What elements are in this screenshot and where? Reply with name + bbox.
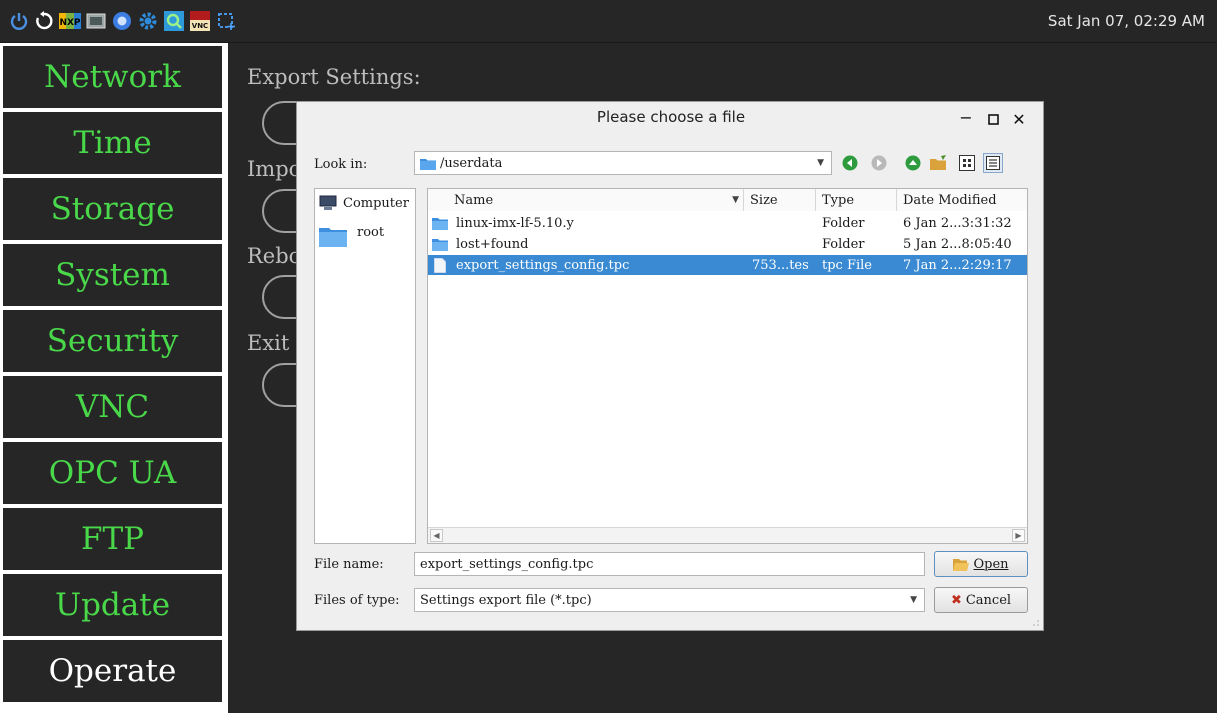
maximize-icon[interactable]	[984, 110, 1002, 128]
column-date-label: Date Modified	[903, 192, 997, 208]
files-of-type-value: Settings export file (*.tpc)	[420, 592, 592, 608]
file-type-cell: Folder	[822, 236, 865, 252]
svg-text:VNC: VNC	[192, 22, 208, 30]
resize-grip-icon[interactable]	[1032, 619, 1040, 627]
exit-label: Exit	[247, 331, 290, 355]
restart-icon[interactable]	[33, 10, 55, 32]
nav-opc-ua[interactable]: OPC UA	[3, 442, 222, 504]
power-icon[interactable]	[8, 10, 30, 32]
column-date-modified[interactable]: Date Modified	[897, 189, 1027, 211]
column-size-label: Size	[750, 192, 778, 208]
place-computer-label: Computer	[343, 195, 409, 211]
chevron-down-icon[interactable]: ▼	[910, 595, 917, 605]
files-of-type-label: Files of type:	[314, 593, 400, 608]
scroll-left-icon[interactable]: ◀	[430, 529, 443, 542]
keyboard-icon[interactable]	[85, 10, 107, 32]
open-button-label: Open	[973, 556, 1009, 572]
new-folder-icon[interactable]	[929, 153, 949, 173]
folder-open-icon	[953, 558, 970, 571]
close-icon[interactable]: ✕	[1010, 110, 1028, 129]
column-name[interactable]: Name ▼	[428, 189, 744, 211]
export-settings-label: Export Settings:	[247, 65, 421, 89]
column-type-label: Type	[822, 192, 855, 208]
file-modified-cell: 6 Jan 2...3:31:32	[903, 215, 1012, 231]
open-button[interactable]: Open	[934, 551, 1028, 577]
table-row[interactable]: linux-imx-lf-5.10.y Folder 6 Jan 2...3:3…	[428, 213, 1027, 233]
nxp-icon[interactable]: NXP	[59, 10, 81, 32]
screenshot-select-icon[interactable]	[215, 10, 237, 32]
table-row-selected[interactable]: export_settings_config.tpc 753...tes tpc…	[428, 255, 1027, 275]
import-settings-label: Impo	[247, 157, 302, 181]
nav-system[interactable]: System	[3, 244, 222, 306]
folder-icon	[432, 213, 448, 233]
list-view-icon[interactable]	[957, 153, 977, 173]
folder-icon	[432, 234, 448, 254]
scroll-right-icon[interactable]: ▶	[1012, 529, 1025, 542]
place-computer[interactable]: Computer	[319, 195, 409, 211]
detail-view-icon[interactable]	[983, 153, 1003, 173]
file-name-input[interactable]: export_settings_config.tpc	[414, 552, 925, 576]
settings-gear-icon[interactable]	[137, 10, 159, 32]
look-in-label: Look in:	[314, 157, 368, 172]
file-modified-cell: 5 Jan 2...8:05:40	[903, 236, 1012, 252]
file-name-cell: export_settings_config.tpc	[456, 257, 630, 273]
horizontal-scrollbar[interactable]: ◀ ▶	[428, 527, 1027, 543]
place-root[interactable]: root	[319, 225, 384, 247]
nav-vnc[interactable]: VNC	[3, 376, 222, 438]
nav-network[interactable]: Network	[3, 46, 222, 108]
back-icon[interactable]	[840, 153, 860, 173]
file-size-cell	[752, 234, 816, 254]
taskbar: NXP VNC Sat Jan 07, 02:29 AM	[0, 0, 1217, 43]
forward-icon[interactable]	[869, 153, 889, 173]
computer-icon	[319, 195, 337, 211]
cancel-x-icon: ✖	[950, 592, 962, 608]
chevron-down-icon[interactable]: ▼	[817, 158, 824, 168]
reboot-label: Rebo	[247, 244, 302, 268]
column-name-label: Name	[454, 192, 494, 208]
look-in-combo[interactable]: /userdata ▼	[414, 151, 832, 175]
sidebar-nav: Network Time Storage System Security VNC…	[0, 43, 228, 713]
table-row[interactable]: lost+found Folder 5 Jan 2...8:05:40	[428, 234, 1027, 254]
file-type-cell: tpc File	[822, 257, 872, 273]
folder-icon	[420, 157, 436, 170]
parent-directory-icon[interactable]	[903, 153, 923, 173]
nav-update[interactable]: Update	[3, 574, 222, 636]
browser-icon[interactable]	[111, 10, 133, 32]
sort-chevron-icon: ▼	[732, 195, 739, 205]
column-type[interactable]: Type	[816, 189, 897, 211]
places-list: Computer root	[314, 188, 416, 544]
column-size[interactable]: Size	[744, 189, 816, 211]
file-size-cell	[752, 213, 816, 233]
search-app-icon[interactable]	[163, 10, 185, 32]
file-list: Name ▼ Size Type Date Modified linux-imx…	[427, 188, 1028, 544]
place-root-label: root	[357, 224, 385, 240]
nav-security[interactable]: Security	[3, 310, 222, 372]
tightvnc-icon[interactable]: VNC	[189, 10, 211, 32]
look-in-value: /userdata	[440, 155, 503, 171]
cancel-button[interactable]: ✖ Cancel	[934, 587, 1028, 613]
file-icon	[434, 255, 446, 275]
nav-storage[interactable]: Storage	[3, 178, 222, 240]
file-chooser-dialog: Please choose a file − ✕ Look in: /userd…	[296, 101, 1044, 631]
file-name-cell: linux-imx-lf-5.10.y	[456, 215, 574, 231]
file-name-label: File name:	[314, 557, 384, 572]
file-size-cell: 753...tes	[752, 257, 809, 273]
cancel-button-label: Cancel	[965, 592, 1012, 608]
dialog-title: Please choose a file	[596, 108, 746, 126]
file-name-cell: lost+found	[456, 236, 529, 252]
nav-time[interactable]: Time	[3, 112, 222, 174]
files-of-type-combo[interactable]: Settings export file (*.tpc) ▼	[414, 588, 925, 612]
folder-icon	[319, 225, 347, 247]
clock: Sat Jan 07, 02:29 AM	[1047, 12, 1205, 30]
nav-operate[interactable]: Operate	[3, 640, 222, 702]
nav-ftp[interactable]: FTP	[3, 508, 222, 570]
svg-text:NXP: NXP	[59, 18, 80, 28]
minimize-icon[interactable]: −	[957, 108, 975, 127]
file-modified-cell: 7 Jan 2...2:29:17	[903, 257, 1012, 273]
file-type-cell: Folder	[822, 215, 865, 231]
